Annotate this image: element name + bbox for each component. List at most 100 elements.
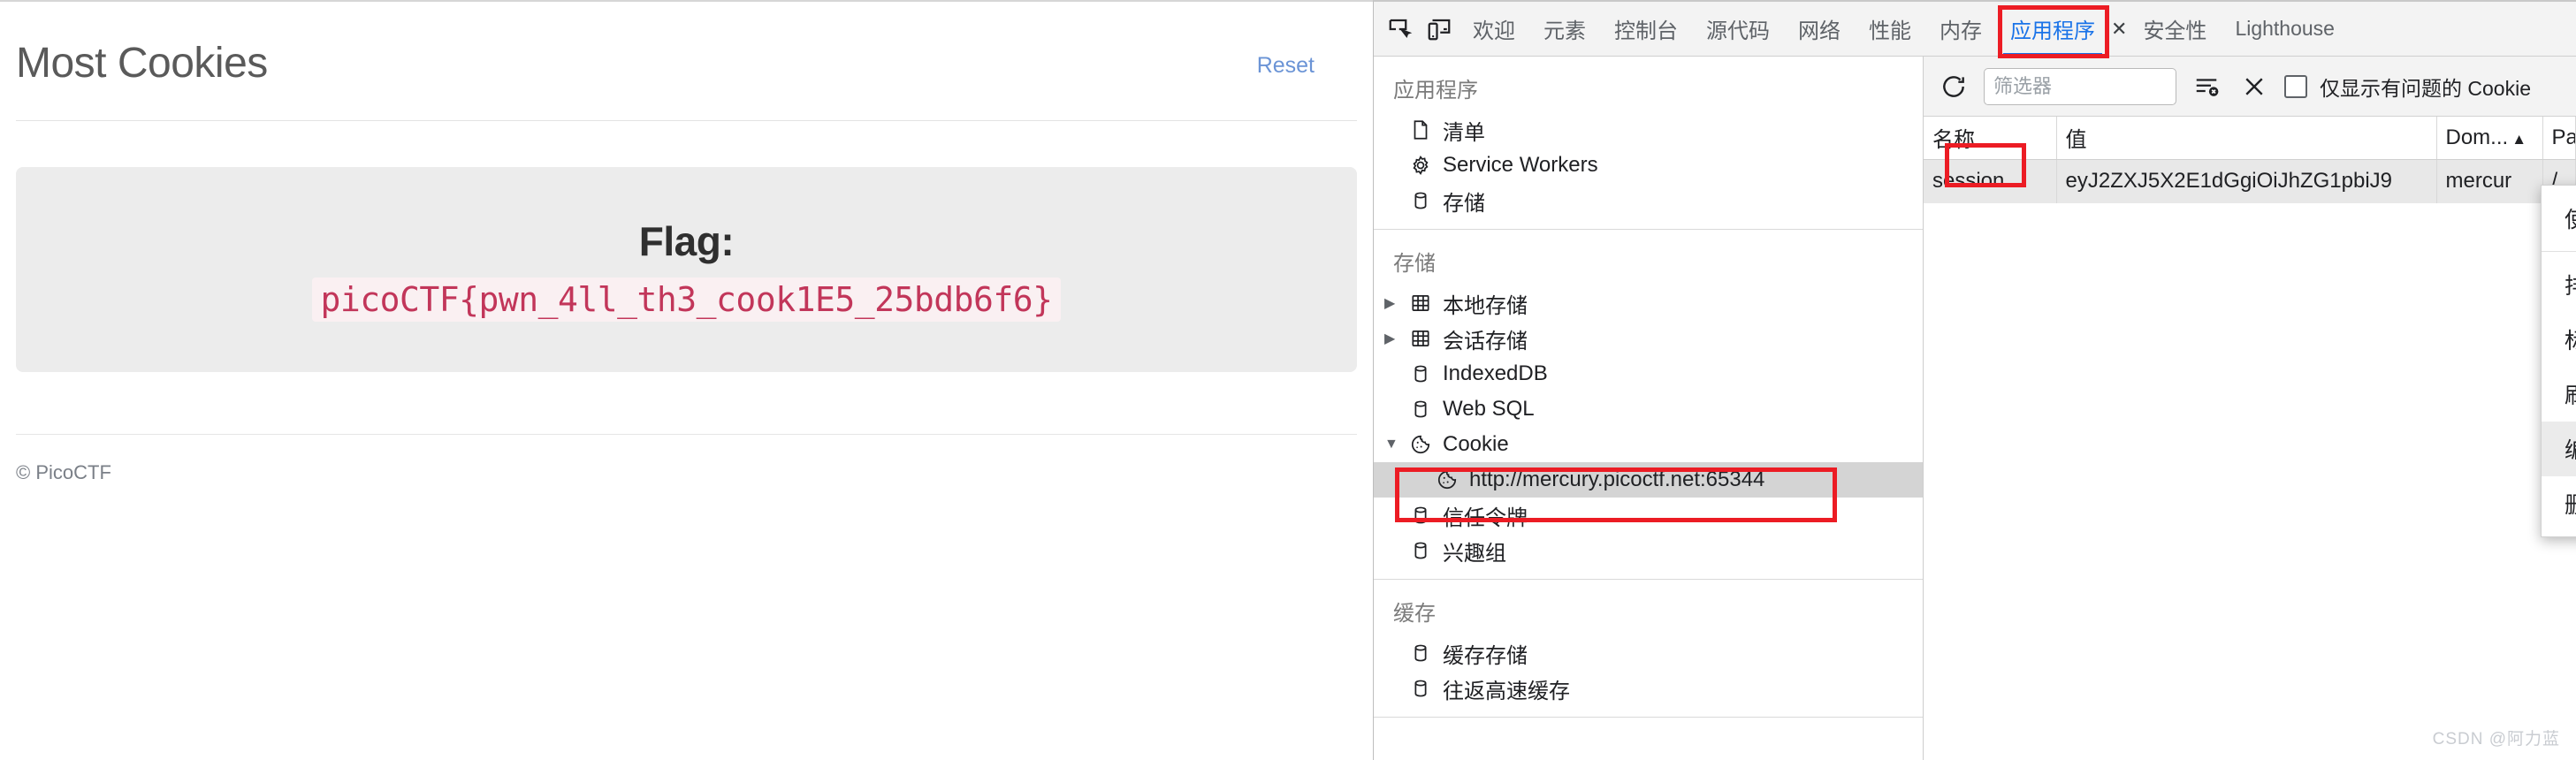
context-menu-item-label: 标题选项	[2565, 329, 2576, 353]
sidebar-item-label: 会话存储	[1443, 329, 1528, 353]
sidebar-item-label: 存储	[1443, 191, 1485, 216]
flag-label: Flag:	[638, 218, 735, 264]
tab-label: 网络	[1798, 19, 1841, 43]
tab-5[interactable]: 性能	[1855, 2, 1925, 57]
only-problem-cookies-checkbox[interactable]	[2284, 74, 2307, 98]
sidebar-item-2-0[interactable]: 缓存存储	[1374, 635, 1923, 671]
sidebar-item-label: http://mercury.picoctf.net:65344	[1469, 467, 1765, 491]
web-page: Most Cookies Reset Flag: picoCTF{pwn_4ll…	[0, 0, 1373, 760]
clear-filter-icon[interactable]	[2189, 69, 2224, 104]
context-menu-item-label: 使用此 Cookie 显示请求	[2565, 208, 2576, 232]
sidebar-item-label: Service Workers	[1443, 153, 1598, 177]
sidebar-section-heading: 缓存	[1393, 602, 1436, 626]
only-problem-cookies-label: 仅显示有问题的 Cookie	[2320, 76, 2531, 100]
cell-1[interactable]: eyJ2ZXJ5X2E1dGgiOiJhZG1pbiJ9	[2056, 159, 2437, 203]
tab-label: Lighthouse	[2235, 17, 2335, 40]
manifest-icon	[1407, 117, 1434, 143]
context-menu-item-1[interactable]: 排序方式›	[2542, 257, 2576, 312]
sidebar-item-label: 清单	[1443, 120, 1485, 145]
context-menu-item-label: 编辑 “值”	[2565, 438, 2576, 463]
table-icon	[1407, 290, 1434, 316]
context-menu-item-5[interactable]: 删除	[2542, 476, 2576, 531]
column-header-2[interactable]: Dom... ▲	[2436, 117, 2543, 160]
context-menu-item-3[interactable]: 刷新	[2542, 367, 2576, 422]
table-row[interactable]: session eyJ2ZXJ5X2E1dGgiOiJhZG1pbiJ9 mercu…	[1924, 159, 2576, 203]
context-menu-item-0[interactable]: 使用此 Cookie 显示请求	[2542, 191, 2576, 246]
sidebar-item-1-5[interactable]: http://mercury.picoctf.net:65344	[1374, 462, 1923, 498]
cookies-table-empty-area	[1924, 203, 2576, 760]
tab-4[interactable]: 网络	[1784, 2, 1855, 57]
sidebar-item-2-1[interactable]: 往返高速缓存	[1374, 671, 1923, 706]
sidebar-item-label: 缓存存储	[1443, 643, 1528, 668]
sidebar-section-heading: 存储	[1393, 252, 1436, 276]
reset-link[interactable]: Reset	[1257, 53, 1315, 79]
cell-0[interactable]: session	[1924, 159, 2057, 203]
tab-label: 欢迎	[1473, 19, 1515, 43]
cell-2[interactable]: mercur	[2436, 159, 2543, 203]
database-icon	[1407, 502, 1434, 528]
sidebar-section-1: 存储 ▶ 本地存储 ▶ 会话存储 IndexedDB Web SQL ▼ Cookie http:…	[1374, 230, 1923, 580]
chevron-down-icon[interactable]: ▼	[1384, 437, 1404, 452]
sidebar-item-label: Web SQL	[1443, 397, 1535, 421]
tab-0[interactable]: 欢迎	[1459, 2, 1529, 57]
device-toolbar-icon[interactable]	[1420, 10, 1459, 49]
database-icon	[1407, 640, 1434, 666]
context-menu-item-label: 删除	[2565, 493, 2576, 518]
chevron-right-icon[interactable]: ▶	[1384, 294, 1404, 312]
flag-value: picoCTF{pwn_4ll_th3_cook1E5_25bdb6f6}	[311, 277, 1062, 322]
refresh-icon[interactable]	[1936, 69, 1971, 104]
tab-9[interactable]: Lighthouse	[2221, 2, 2349, 57]
sidebar-item-1-7[interactable]: 兴趣组	[1374, 533, 1923, 568]
sidebar-item-1-0[interactable]: ▶ 本地存储	[1374, 285, 1923, 321]
tab-label: 内存	[1940, 19, 1982, 43]
tab-3[interactable]: 源代码	[1692, 2, 1784, 57]
database-icon	[1407, 675, 1434, 702]
sidebar-item-label: 往返高速缓存	[1443, 679, 1570, 703]
context-menu-separator	[2542, 251, 2576, 252]
cookies-toolbar: 仅显示有问题的 Cookie	[1924, 57, 2576, 117]
tab-label: 元素	[1543, 19, 1586, 43]
column-header-3[interactable]: Path	[2542, 117, 2576, 160]
tab-1[interactable]: 元素	[1529, 2, 1600, 57]
cookies-table-header-row: 名称值Dom...▲Path	[1924, 117, 2576, 160]
application-sidebar: 应用程序 清单 Service Workers 存储 存储 ▶ 本地存储 ▶ 会话存储 Index…	[1374, 57, 1924, 760]
sidebar-item-0-0[interactable]: 清单	[1374, 112, 1923, 148]
database-icon	[1407, 187, 1434, 214]
close-icon[interactable]: ✕	[2111, 18, 2127, 41]
context-menu-item-label: 排序方式	[2565, 274, 2576, 299]
sidebar-item-1-6[interactable]: 信任令牌	[1374, 498, 1923, 533]
sidebar-item-1-2[interactable]: IndexedDB	[1374, 356, 1923, 391]
context-menu-item-2[interactable]: 标题选项›	[2542, 312, 2576, 367]
tab-label: 控制台	[1614, 19, 1678, 43]
sidebar-item-1-3[interactable]: Web SQL	[1374, 391, 1923, 427]
column-header-0[interactable]: 名称	[1924, 117, 2057, 160]
context-menu-item-4[interactable]: 编辑 “值”	[2542, 422, 2576, 476]
chevron-right-icon[interactable]: ▶	[1384, 330, 1404, 347]
tab-label: 安全性	[2143, 19, 2207, 43]
inspect-element-icon[interactable]	[1381, 10, 1420, 49]
cookies-panel: 仅显示有问题的 Cookie 名称值Dom...▲Path sessioneyJ…	[1924, 57, 2576, 760]
column-header-1[interactable]: 值	[2056, 117, 2437, 160]
cookies-table-body: session eyJ2ZXJ5X2E1dGgiOiJhZG1pbiJ9 mercu…	[1924, 159, 2576, 203]
tab-label: 源代码	[1706, 19, 1770, 43]
filter-input[interactable]	[1984, 67, 2176, 105]
tab-label: 性能	[1869, 19, 1911, 43]
tab-6[interactable]: 内存	[1925, 2, 1996, 57]
sidebar-item-1-4[interactable]: ▼ Cookie	[1374, 427, 1923, 462]
table-icon	[1407, 325, 1434, 352]
sidebar-item-label: Cookie	[1443, 432, 1509, 456]
screen: Most Cookies Reset Flag: picoCTF{pwn_4ll…	[0, 0, 2576, 760]
tab-7[interactable]: 应用程序	[1996, 2, 2109, 57]
devtools-panel: 欢迎 元素 控制台 源代码 网络 性能 内存 应用程序 ✕ 安全性 Lighthouse 应用程序清…	[1373, 0, 2576, 760]
clear-all-cookies-icon[interactable]	[2237, 69, 2272, 104]
page-footer: © PicoCTF	[16, 461, 111, 483]
sidebar-item-0-1[interactable]: Service Workers	[1374, 148, 1923, 183]
page-content: Most Cookies Reset Flag: picoCTF{pwn_4ll…	[0, 2, 1373, 484]
sidebar-item-1-1[interactable]: ▶ 会话存储	[1374, 321, 1923, 356]
database-icon	[1407, 537, 1434, 564]
sidebar-item-0-2[interactable]: 存储	[1374, 183, 1923, 218]
tab-8[interactable]: 安全性	[2129, 2, 2221, 57]
tab-2[interactable]: 控制台	[1600, 2, 1692, 57]
tab-label: 应用程序	[2010, 19, 2095, 43]
sidebar-section-heading: 应用程序	[1393, 79, 1478, 103]
